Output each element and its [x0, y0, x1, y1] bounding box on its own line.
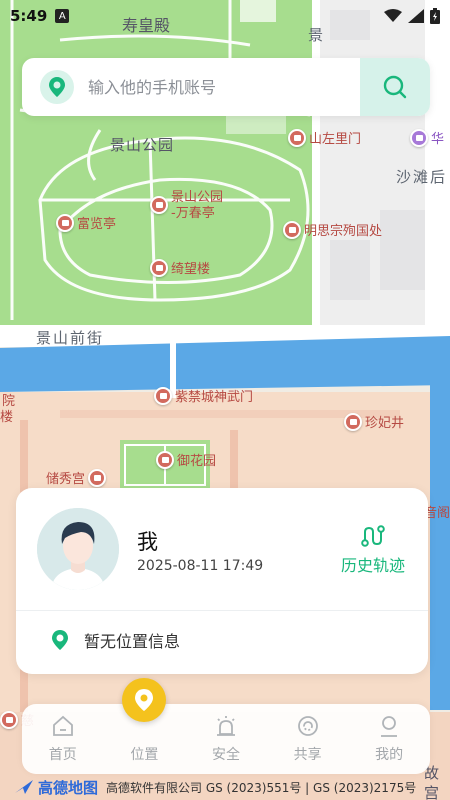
history-track-label: 历史轨迹: [340, 556, 405, 575]
landmark-pin-icon: [150, 258, 168, 277]
copyright-text: 高德软件有限公司 GS (2023)551号 | GS (2023)2175号: [106, 780, 417, 795]
poi-label: 珍妃井: [365, 416, 405, 431]
poi-mingsizong[interactable]: 明思宗殉国处: [283, 220, 382, 239]
user-name: 我: [137, 530, 158, 554]
poi-label: 紫禁城神武门: [175, 390, 254, 405]
location-icon: [135, 689, 154, 711]
alarm-icon: [216, 716, 235, 736]
map-label-jingshan-front-street: 景山前街: [36, 329, 105, 347]
landmark-pin-icon: [283, 220, 301, 239]
tab-share-label: 共享: [293, 747, 322, 763]
status-bar: 5:49 A: [0, 0, 450, 32]
landmark-pin-icon: [410, 128, 428, 147]
route-icon: [361, 525, 385, 547]
map-attribution: 高德地图 高德软件有限公司 GS (2023)551号 | GS (2023)2…: [14, 776, 444, 798]
landmark-pin-icon: [88, 468, 107, 487]
poi-shanzuolimen[interactable]: 山左里门: [288, 128, 361, 147]
poi-label: 富览亭: [77, 217, 117, 232]
card-divider: [16, 610, 428, 611]
amap-logo-text: 高德地图: [38, 778, 99, 797]
poi-label: 绮望楼: [171, 262, 211, 277]
user-icon: [381, 716, 398, 737]
poi-shenwumen[interactable]: 紫禁城神武门: [154, 386, 253, 405]
share-icon: [297, 716, 318, 736]
bottom-nav: 首页 位置 安全 共享 我的: [22, 678, 430, 774]
poi-yuhuayuan[interactable]: 御花园: [156, 450, 216, 469]
battery-icon: [430, 8, 440, 24]
poi-chuxiugong[interactable]: 储秀宫: [46, 468, 107, 487]
map-label-jingshan-park: 景山公园: [110, 136, 175, 154]
wifi-icon: [384, 9, 402, 22]
map-label-shatan: 沙滩后: [396, 168, 448, 186]
poi-zhenfeijing[interactable]: 珍妃井: [344, 412, 404, 431]
tab-home-label: 首页: [48, 747, 77, 763]
location-fab[interactable]: [122, 678, 167, 722]
poi-label: 山左里门: [309, 132, 362, 147]
default-avatar-icon: [37, 508, 119, 590]
tab-location[interactable]: 位置: [104, 678, 186, 774]
landmark-pin-icon: [56, 213, 74, 232]
landmark-pin-icon: [288, 128, 306, 147]
user-location-card: 我 2025-08-11 17:49 历史轨迹 暂无位置信息: [16, 488, 428, 674]
poi-hua[interactable]: 华: [410, 128, 444, 147]
landmark-pin-icon: [154, 386, 172, 405]
history-track-button[interactable]: 历史轨迹: [338, 524, 408, 576]
tab-safety-label: 安全: [211, 747, 240, 763]
location-info-row: 暂无位置信息: [50, 628, 180, 652]
map-view[interactable]: 寿皇殿 景山公园 景山前街 沙滩后 景 山左里门 华 富览亭 景山公园 -万春亭 …: [0, 0, 450, 800]
poi-fulanting[interactable]: 富览亭: [56, 213, 116, 232]
location-pin-icon: [52, 630, 68, 650]
tab-safety[interactable]: 安全: [185, 704, 267, 774]
tab-share[interactable]: 共享: [267, 704, 349, 774]
tab-mine-label: 我的: [375, 747, 404, 763]
poi-label: 御花园: [177, 454, 217, 469]
avatar: [37, 508, 119, 590]
poi-label: 华: [431, 132, 445, 147]
tab-location-label: 位置: [130, 747, 159, 763]
notification-a-icon: A: [55, 9, 70, 23]
poi-jingshan-wanchunting[interactable]: 景山公园 -万春亭: [150, 190, 223, 222]
landmark-pin-icon: [0, 710, 18, 729]
tab-mine[interactable]: 我的: [348, 704, 430, 774]
search-icon: [383, 75, 407, 99]
landmark-pin-icon: [344, 412, 362, 431]
poi-label-line1: 景山公园: [171, 190, 224, 205]
poi-label: 明思宗殉国处: [304, 224, 383, 239]
poi-label-line2: -万春亭: [171, 206, 215, 221]
map-label-lou: 楼: [0, 410, 14, 425]
last-update-time: 2025-08-11 17:49: [137, 558, 264, 574]
signal-icon: [408, 9, 424, 23]
landmark-pin-icon: [150, 196, 168, 214]
home-icon: [52, 715, 73, 736]
no-location-text: 暂无位置信息: [84, 632, 181, 651]
status-time: 5:49: [10, 7, 48, 25]
phone-account-input[interactable]: [88, 77, 360, 97]
poi-qiwanglou[interactable]: 绮望楼: [150, 258, 210, 277]
poi-label: 储秀宫: [46, 472, 86, 487]
landmark-pin-icon: [156, 450, 174, 469]
location-pin-icon: [40, 70, 74, 104]
search-button[interactable]: [360, 58, 430, 116]
tab-home[interactable]: 首页: [22, 704, 104, 774]
search-bar: [22, 58, 430, 116]
amap-logo-icon: [15, 780, 33, 794]
